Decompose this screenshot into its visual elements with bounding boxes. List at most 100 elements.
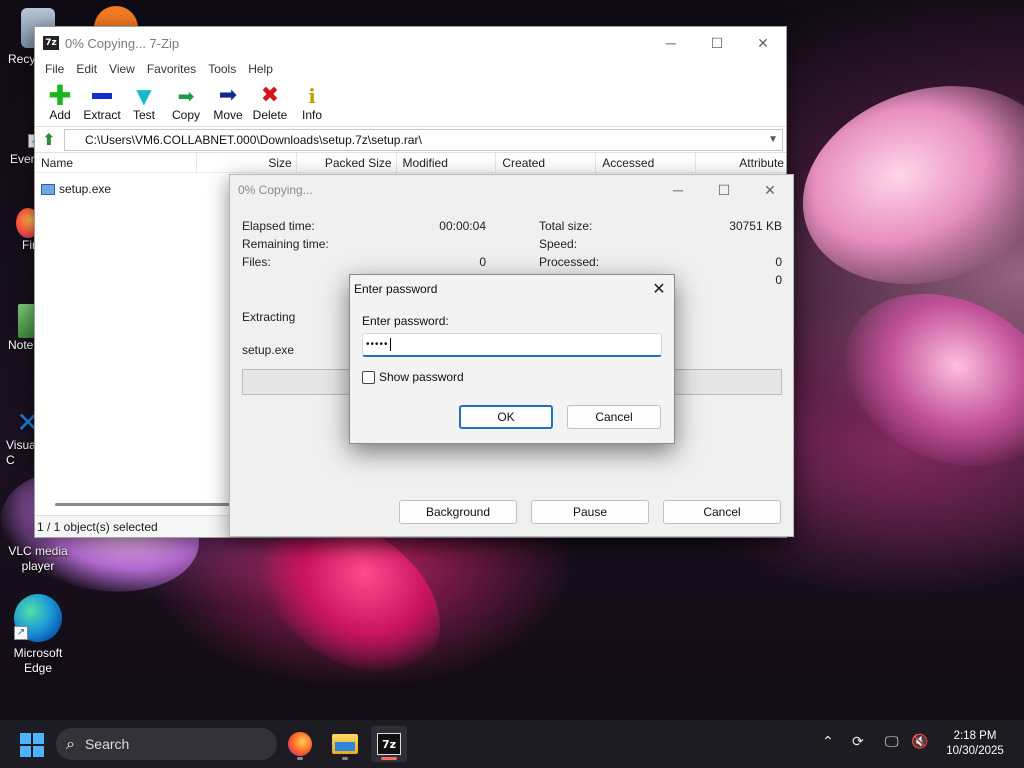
add-button[interactable]: ✚ Add: [39, 79, 81, 123]
column-size[interactable]: Size: [197, 153, 297, 172]
menu-tools[interactable]: Tools: [202, 62, 242, 76]
processed-label: Processed:: [539, 255, 600, 269]
close-icon[interactable]: ✕: [644, 279, 674, 299]
info-icon: i: [308, 84, 316, 108]
desktop-icon-label: VLC media player: [8, 544, 68, 573]
taskbar-file-explorer[interactable]: [327, 726, 363, 762]
minimize-button[interactable]: ─: [648, 27, 694, 59]
password-input[interactable]: •••••: [362, 333, 662, 357]
address-input[interactable]: C:\Users\VM6.COLLABNET.000\Downloads\set…: [64, 128, 783, 151]
close-button[interactable]: ✕: [747, 175, 793, 205]
column-created[interactable]: Created: [496, 153, 597, 172]
show-hidden-icons-chevron-icon[interactable]: ⌃: [822, 734, 834, 750]
maximize-button[interactable]: ☐: [701, 175, 747, 205]
add-label: Add: [49, 108, 71, 122]
address-bar: ⬆ C:\Users\VM6.COLLABNET.000\Downloads\s…: [35, 127, 786, 153]
cancel-button[interactable]: Cancel: [663, 500, 781, 524]
password-masked-value: •••••: [366, 339, 389, 350]
menu-file[interactable]: File: [39, 62, 70, 76]
minimize-button[interactable]: ─: [655, 175, 701, 205]
speed-label: Speed:: [539, 237, 578, 251]
clock-date: 10/30/2025: [946, 745, 1004, 757]
files-label: Files:: [242, 255, 271, 269]
search-icon: ⌕: [66, 734, 75, 753]
file-name: setup.exe: [59, 182, 112, 196]
current-file-label: setup.exe: [242, 343, 295, 357]
total-size-value: 30751 KB: [729, 219, 782, 233]
delete-button[interactable]: ✖ Delete: [249, 83, 291, 123]
desktop-app-icon-orange[interactable]: [94, 6, 138, 28]
double-arrow-icon: ➡: [177, 84, 195, 108]
taskbar-7zip[interactable]: 7z: [371, 726, 407, 762]
up-arrow-icon: ⬆: [42, 131, 56, 149]
7zip-icon: 7z: [377, 733, 401, 755]
desktop-icon-edge[interactable]: ↗ Microsoft Edge: [2, 594, 74, 676]
show-password-checkbox[interactable]: Show password: [362, 370, 464, 384]
total-size-label: Total size:: [539, 219, 593, 233]
search-label: Search: [84, 736, 130, 752]
password-cancel-button[interactable]: Cancel: [567, 405, 661, 429]
main-window-titlebar[interactable]: 7z 0% Copying... 7-Zip ─ ☐ ✕: [35, 27, 786, 59]
taskbar-firefox[interactable]: [282, 726, 318, 762]
running-indicator: [297, 757, 303, 760]
maximize-button[interactable]: ☐: [694, 27, 740, 59]
running-indicator: [342, 757, 348, 760]
folder-icon: [332, 734, 358, 754]
password-dialog-titlebar[interactable]: Enter password ✕: [350, 275, 674, 303]
test-label: Test: [132, 108, 155, 122]
x-icon: ✖: [260, 83, 280, 108]
windows-logo-tile: [20, 746, 31, 757]
up-folder-button[interactable]: ⬆: [38, 130, 60, 150]
menu-view[interactable]: View: [103, 62, 141, 76]
column-headers: Name Size Packed Size Modified Created A…: [35, 153, 786, 173]
file-list-item[interactable]: setup.exe: [41, 182, 111, 196]
extract-button[interactable]: Extract: [81, 84, 123, 122]
network-icon[interactable]: 🖵: [885, 734, 899, 750]
desktop-icon-label: Microsoft Edge: [13, 646, 63, 675]
status-text: 1 / 1 object(s) selected: [37, 519, 158, 534]
background-button[interactable]: Background: [399, 500, 517, 524]
ratio-value: 0: [775, 273, 782, 287]
toolbar: ✚ Add Extract ▼ Test ➡ Copy ➡ Move ✖ Del…: [35, 79, 786, 127]
test-button[interactable]: ▼ Test: [123, 84, 165, 122]
menu-favorites[interactable]: Favorites: [141, 62, 202, 76]
copy-dialog-titlebar[interactable]: 0% Copying... ─ ☐ ✕: [230, 175, 793, 205]
taskbar-search-box[interactable]: ⌕ Search: [56, 728, 277, 760]
menu-help[interactable]: Help: [242, 62, 279, 76]
remaining-time-label: Remaining time:: [242, 237, 329, 251]
sync-icon[interactable]: ⟳: [852, 734, 864, 750]
password-label: Enter password:: [362, 314, 449, 328]
copy-dialog-title: 0% Copying...: [238, 183, 313, 197]
windows-logo-tile: [33, 733, 44, 744]
copy-label: Copy: [171, 108, 200, 122]
chevron-down-icon[interactable]: ▼: [768, 134, 778, 145]
taskbar-clock[interactable]: 2:18 PM 10/30/2025: [940, 729, 1010, 759]
move-button[interactable]: ➡ Move: [207, 84, 249, 123]
files-value: 0: [479, 255, 486, 269]
edge-icon: ↗: [14, 594, 62, 642]
horizontal-scrollbar[interactable]: [55, 503, 235, 506]
elapsed-time-value: 00:00:04: [439, 219, 486, 233]
check-icon: ▼: [136, 84, 152, 108]
column-accessed[interactable]: Accessed: [596, 153, 697, 172]
firefox-icon: [288, 732, 312, 756]
copy-button[interactable]: ➡ Copy: [165, 84, 207, 122]
pause-button[interactable]: Pause: [531, 500, 649, 524]
menu-edit[interactable]: Edit: [70, 62, 103, 76]
text-caret: [389, 338, 391, 351]
ok-button[interactable]: OK: [459, 405, 553, 429]
column-modified[interactable]: Modified: [397, 153, 497, 172]
column-packed-size[interactable]: Packed Size: [297, 153, 397, 172]
close-button[interactable]: ✕: [740, 27, 786, 59]
volume-muted-icon[interactable]: 🔇: [911, 734, 928, 750]
info-button[interactable]: i Info: [291, 84, 333, 122]
show-password-label: Show password: [379, 370, 464, 384]
taskbar: ⌕ Search 7z ⌃ ⟳ 🖵 🔇 2:18 PM 10/30/2025: [0, 720, 1024, 768]
checkbox-box[interactable]: [362, 370, 375, 384]
elapsed-time-label: Elapsed time:: [242, 219, 315, 233]
info-label: Info: [301, 108, 322, 122]
column-attributes[interactable]: Attribute: [696, 153, 786, 172]
column-name[interactable]: Name: [35, 153, 197, 172]
plus-icon: ✚: [48, 79, 72, 112]
start-button[interactable]: [20, 733, 44, 757]
